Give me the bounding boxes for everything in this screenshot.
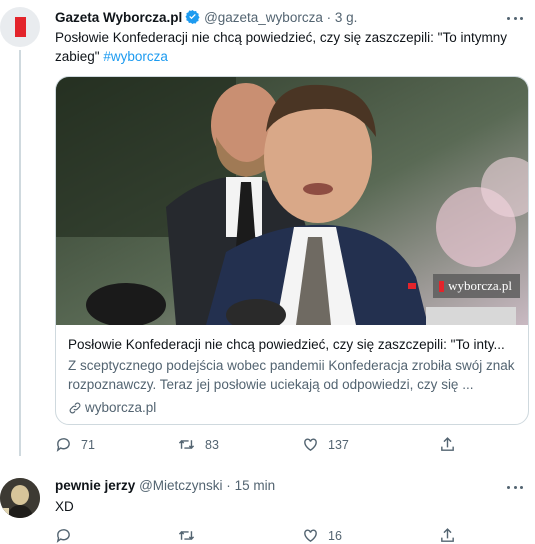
separator-dot: · (326, 10, 332, 25)
display-name[interactable]: pewnie jerzy (55, 478, 135, 493)
card-title[interactable]: Posłowie Konfederacji nie chcą powiedzie… (68, 335, 516, 354)
display-name[interactable]: Gazeta Wyborcza.pl (55, 10, 182, 25)
retweet-count: 83 (205, 437, 219, 452)
share-icon (441, 437, 454, 451)
reply-button[interactable]: 71 (55, 436, 177, 453)
more-options-icon[interactable] (507, 15, 523, 21)
link-preview-card[interactable]: wyborcza.pl Posłowie Konfederacji nie ch… (55, 76, 529, 425)
separator-dot: · (226, 478, 231, 493)
user-avatar-image (0, 478, 40, 518)
like-count: 16 (328, 528, 342, 543)
avatar[interactable] (0, 7, 40, 47)
retweet-icon (178, 530, 195, 541)
timestamp[interactable]: 15 min (235, 478, 276, 493)
handle[interactable]: @gazeta_wyborcza (204, 10, 323, 25)
reply-icon (56, 438, 70, 452)
share-icon (441, 528, 454, 542)
heart-icon (304, 438, 317, 452)
handle[interactable]: @Mietczynski (139, 478, 222, 493)
tweet-actions: 16 (55, 527, 465, 544)
card-description: Z sceptycznego podejścia wobec pandemii … (68, 358, 515, 392)
watermark-text: wyborcza.pl (448, 278, 512, 293)
tweet-text: XD (55, 499, 74, 514)
reply-button[interactable] (55, 527, 177, 544)
share-button[interactable] (439, 527, 465, 544)
retweet-button[interactable] (177, 527, 302, 544)
link-icon (69, 402, 81, 413)
avatar[interactable] (0, 478, 40, 518)
share-button[interactable] (439, 436, 465, 453)
wyborcza-logo-icon (439, 280, 445, 292)
card-domain[interactable]: wyborcza.pl (68, 398, 516, 417)
timestamp[interactable]: 3 g. (335, 10, 358, 25)
hashtag-link[interactable]: #wyborcza (103, 49, 168, 64)
like-button[interactable]: 16 (302, 527, 439, 544)
like-button[interactable]: 137 (302, 436, 439, 453)
retweet-icon (178, 439, 195, 450)
reply-count: 71 (81, 437, 95, 452)
thread-connector-line (19, 50, 21, 456)
reply-icon (56, 529, 70, 543)
like-count: 137 (328, 437, 349, 452)
tweet-text: Posłowie Konfederacji nie chcą powiedzie… (55, 28, 525, 66)
tweet-actions: 71 83 137 (55, 436, 465, 453)
gazeta-logo-icon (14, 17, 26, 37)
watermark-badge: wyborcza.pl (433, 274, 520, 298)
heart-icon (304, 529, 317, 543)
card-domain-text: wyborcza.pl (85, 400, 157, 415)
card-body: Posłowie Konfederacji nie chcą powiedzie… (68, 335, 516, 417)
more-options-icon[interactable] (507, 484, 523, 490)
tweet-header: Gazeta Wyborcza.pl @gazeta_wyborcza · 3 … (55, 9, 357, 27)
tweet-header: pewnie jerzy @Mietczynski · 15 min (55, 478, 275, 493)
retweet-button[interactable]: 83 (177, 436, 302, 453)
verified-badge-icon (185, 9, 200, 27)
